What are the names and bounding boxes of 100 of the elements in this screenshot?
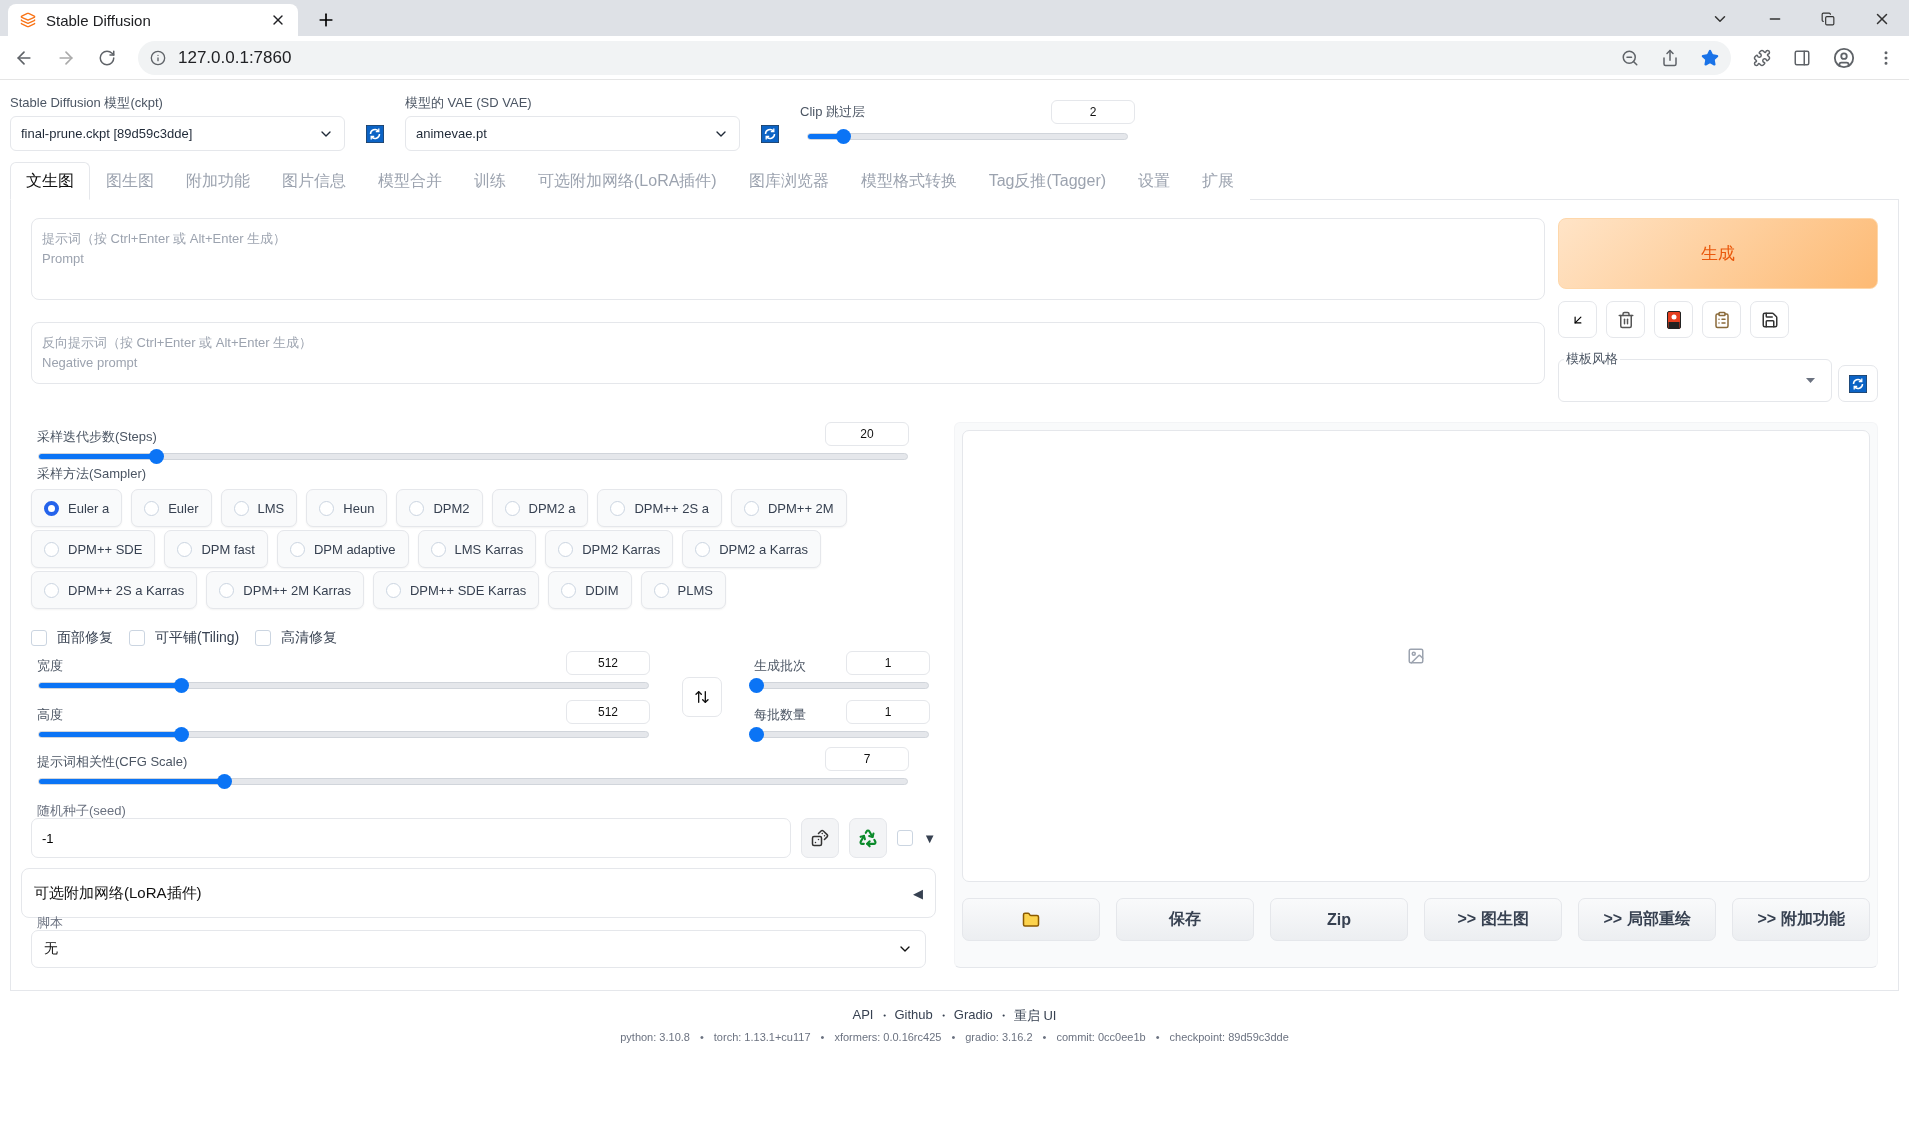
radio-option[interactable]: DPM2 a bbox=[491, 489, 589, 527]
slider-thumb[interactable] bbox=[749, 678, 764, 693]
version-info: python: 3.10.8 bbox=[620, 1031, 690, 1043]
radio-option[interactable]: DPM++ 2S a Karras bbox=[31, 571, 198, 609]
footer-link[interactable]: Gradio bbox=[953, 1007, 993, 1025]
share-icon[interactable] bbox=[1661, 48, 1679, 67]
number-field[interactable]: 20 bbox=[825, 422, 909, 446]
slider-label: 采样迭代步数(Steps) bbox=[37, 428, 157, 446]
footer-link[interactable]: API bbox=[852, 1007, 874, 1025]
prompt-field[interactable]: 提示词（按 Ctrl+Enter 或 Alt+Enter 生成） Prompt bbox=[31, 218, 1545, 300]
info-icon[interactable] bbox=[150, 49, 166, 66]
radio-option[interactable]: Euler a bbox=[31, 489, 123, 527]
save-button[interactable] bbox=[1750, 301, 1789, 338]
refresh-icon[interactable] bbox=[1849, 374, 1867, 393]
seed-field[interactable]: -1 bbox=[31, 818, 792, 858]
slider-label: 提示词相关性(CFG Scale) bbox=[37, 753, 188, 771]
version-info: commit: 0cc0ee1b bbox=[1056, 1031, 1146, 1043]
puzzle-icon[interactable] bbox=[1753, 48, 1771, 67]
number-field[interactable]: 512 bbox=[566, 651, 650, 675]
caret-icon[interactable]: ▼ bbox=[923, 830, 936, 846]
script-select[interactable]: 无 bbox=[31, 930, 926, 968]
restore-icon[interactable] bbox=[1821, 12, 1835, 26]
dice-button[interactable] bbox=[801, 818, 840, 858]
swap-icon bbox=[694, 689, 710, 705]
checkbox-option[interactable]: 可平铺(Tiling) bbox=[129, 629, 240, 647]
radio-option[interactable]: DPM++ 2M bbox=[730, 489, 847, 527]
field-label: 模板风格 bbox=[1564, 350, 1620, 368]
field-label: 随机种子(seed) bbox=[36, 802, 127, 820]
profile-icon[interactable] bbox=[1833, 46, 1855, 69]
radio-option[interactable]: DDIM bbox=[548, 571, 632, 609]
radio-option[interactable]: DPM++ SDE Karras bbox=[373, 571, 540, 609]
recycle-button[interactable] bbox=[849, 818, 888, 858]
star-icon[interactable] bbox=[1701, 48, 1719, 67]
recycle-icon bbox=[858, 828, 879, 848]
negative-prompt-field[interactable]: 反向提示词（按 Ctrl+Enter 或 Alt+Enter 生成） Negative prompt bbox=[31, 322, 1545, 384]
slider-thumb[interactable] bbox=[749, 727, 764, 742]
radio-option[interactable]: DPM++ SDE bbox=[31, 530, 156, 568]
card-button[interactable] bbox=[1654, 301, 1693, 338]
output-button[interactable]: >> 图生图 bbox=[1424, 898, 1562, 941]
vae-select[interactable]: animevae.pt bbox=[405, 116, 740, 151]
field-label: Stable Diffusion 模型(ckpt) bbox=[10, 94, 164, 112]
refresh-icon[interactable] bbox=[366, 125, 384, 143]
radio-option[interactable]: PLMS bbox=[640, 571, 726, 609]
side-panel-icon[interactable] bbox=[1793, 48, 1811, 67]
radio-option[interactable]: DPM++ 2M Karras bbox=[206, 571, 364, 609]
slider-thumb[interactable] bbox=[173, 727, 189, 742]
slider-thumb[interactable] bbox=[836, 129, 852, 144]
number-field[interactable]: 1 bbox=[846, 651, 930, 675]
output-button[interactable]: 保存 bbox=[1116, 898, 1254, 941]
address-bar[interactable]: 127.0.0.1:7860 bbox=[138, 40, 1731, 75]
slider-label: Clip 跳过层 bbox=[800, 103, 865, 121]
slider-label: 每批数量 bbox=[754, 706, 806, 724]
radio-option[interactable]: DPM adaptive bbox=[276, 530, 409, 568]
output-button[interactable]: >> 附加功能 bbox=[1732, 898, 1870, 941]
output-button[interactable]: >> 局部重绘 bbox=[1578, 898, 1716, 941]
trash-icon bbox=[1616, 310, 1635, 329]
radio-option[interactable]: DPM fast bbox=[164, 530, 268, 568]
checkpoint-select[interactable]: final-prune.ckpt [89d59c3dde] bbox=[10, 116, 345, 151]
footer-link[interactable]: Github bbox=[894, 1007, 933, 1025]
zoom-out-icon[interactable] bbox=[1621, 48, 1639, 67]
checkbox-option[interactable]: 面部修复 bbox=[31, 629, 113, 647]
slider-thumb[interactable] bbox=[173, 678, 189, 693]
refresh-icon[interactable] bbox=[761, 125, 779, 143]
number-field[interactable]: 2 bbox=[1051, 100, 1135, 124]
separator: • bbox=[951, 1031, 956, 1043]
radio-option[interactable]: Heun bbox=[306, 489, 388, 527]
browser-tab[interactable]: Stable Diffusion bbox=[8, 4, 298, 36]
clipboard-icon bbox=[1712, 310, 1731, 329]
dice-icon bbox=[811, 829, 830, 847]
separator: • bbox=[820, 1031, 825, 1043]
layers-icon bbox=[20, 12, 36, 28]
slider-label: 生成批次 bbox=[754, 657, 806, 675]
tab[interactable]: 文生图 bbox=[10, 162, 90, 200]
trash-button[interactable] bbox=[1606, 301, 1645, 338]
slider-thumb[interactable] bbox=[216, 774, 232, 789]
card-icon bbox=[1666, 310, 1681, 329]
separator: ・ bbox=[877, 1007, 891, 1025]
number-field[interactable]: 1 bbox=[846, 700, 930, 724]
output-button[interactable]: Zip bbox=[1270, 898, 1408, 941]
radio-option[interactable]: LMS Karras bbox=[417, 530, 537, 568]
clipboard-button[interactable] bbox=[1702, 301, 1741, 338]
checkbox-option[interactable]: 高清修复 bbox=[255, 629, 338, 647]
group-label: 采样方法(Sampler) bbox=[36, 465, 148, 483]
reload-icon[interactable] bbox=[98, 48, 116, 67]
slider-thumb[interactable] bbox=[149, 449, 165, 464]
radio-option[interactable]: DPM2 bbox=[396, 489, 483, 527]
number-field[interactable]: 7 bbox=[825, 747, 909, 771]
swap-button[interactable] bbox=[682, 677, 722, 717]
radio-option[interactable]: Euler bbox=[131, 489, 212, 527]
radio-option[interactable]: DPM2 a Karras bbox=[682, 530, 822, 568]
radio-option[interactable]: DPM++ 2S a bbox=[597, 489, 722, 527]
footer-link[interactable]: 重启 UI bbox=[1013, 1007, 1057, 1025]
field-label: 模型的 VAE (SD VAE) bbox=[405, 94, 533, 112]
radio-option[interactable]: LMS bbox=[220, 489, 298, 527]
refresh-button[interactable] bbox=[1838, 365, 1878, 402]
folder-icon bbox=[1022, 910, 1040, 929]
radio-option[interactable]: DPM2 Karras bbox=[545, 530, 674, 568]
checkbox[interactable] bbox=[897, 830, 914, 846]
separator: • bbox=[1155, 1031, 1160, 1043]
number-field[interactable]: 512 bbox=[566, 700, 650, 724]
